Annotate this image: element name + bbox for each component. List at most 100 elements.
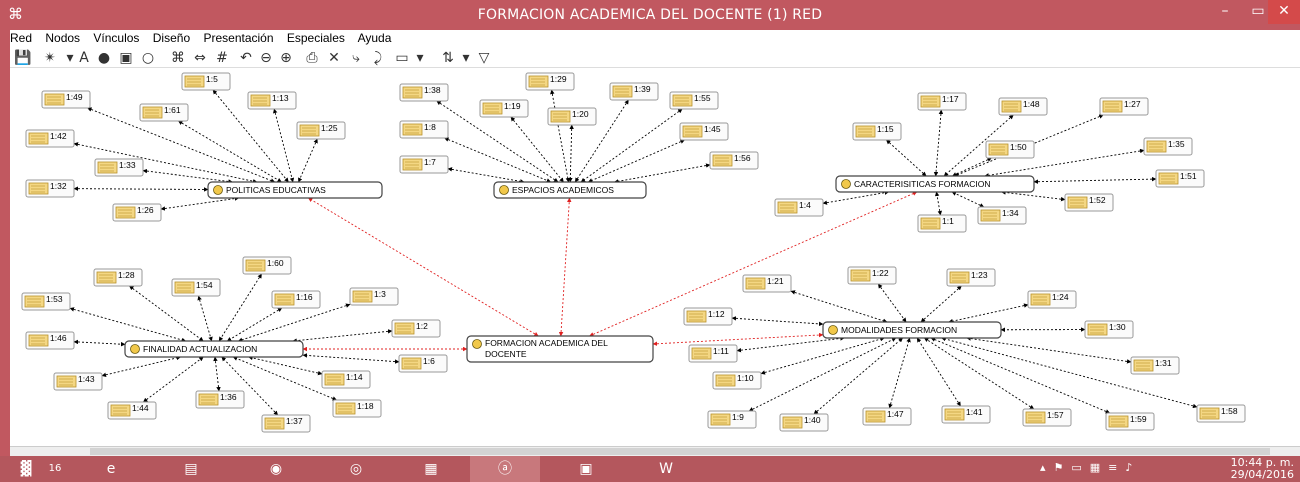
unlink-icon[interactable]: ⤸ xyxy=(370,50,386,66)
quote-node[interactable]: 1:45 xyxy=(679,122,729,141)
link-politicas[interactable] xyxy=(142,168,233,184)
menu-presentacion[interactable]: Presentación xyxy=(203,31,273,45)
link-finalidad[interactable] xyxy=(248,355,323,376)
quote-node[interactable]: 1:9 xyxy=(707,410,757,429)
menu-vinculos[interactable]: Vínculos xyxy=(93,31,139,45)
link-modalidades[interactable] xyxy=(736,336,845,353)
link-espacios[interactable] xyxy=(510,116,564,183)
new-node-icon[interactable]: ✴ xyxy=(42,50,58,66)
grid-icon[interactable]: # xyxy=(214,50,230,66)
filter-icon[interactable]: ▽ xyxy=(476,50,492,66)
quote-node[interactable]: 1:35 xyxy=(1143,137,1193,156)
quote-node[interactable]: 1:16 xyxy=(271,290,321,309)
network-canvas[interactable]: 1:49 1:5 1:61 1:13 1:42 1:25 1:33 1:32 1:26 1:38 1… xyxy=(10,68,1300,446)
quote-node[interactable]: 1:59 xyxy=(1105,412,1155,431)
comment-icon[interactable]: ○ xyxy=(140,50,156,66)
quote-node[interactable]: 1:29 xyxy=(525,72,575,91)
link-modalidades[interactable] xyxy=(888,337,911,409)
quote-node[interactable]: 1:53 xyxy=(21,292,71,311)
link-finalidad[interactable] xyxy=(292,329,393,343)
sort-icon[interactable]: ⇅ xyxy=(440,50,456,66)
link-espacios[interactable] xyxy=(568,124,574,183)
relation-central-espacios[interactable] xyxy=(558,197,572,337)
quote-node[interactable]: 1:37 xyxy=(261,414,311,433)
quote-node[interactable]: 1:19 xyxy=(479,99,529,118)
link-finalidad[interactable] xyxy=(232,356,337,401)
zoom-out-icon[interactable]: ⊖ xyxy=(258,50,274,66)
quote-node[interactable]: 1:48 xyxy=(998,97,1048,116)
delete-icon[interactable]: ✕ xyxy=(326,50,342,66)
quote-node[interactable]: 1:57 xyxy=(1022,408,1072,427)
menu-nodos[interactable]: Nodos xyxy=(45,31,80,45)
quote-node[interactable]: 1:52 xyxy=(1064,193,1114,212)
link-politicas[interactable] xyxy=(73,186,209,192)
quote-node[interactable]: 1:43 xyxy=(53,372,103,391)
save-icon[interactable]: 💾 xyxy=(14,50,31,66)
link-espacios[interactable] xyxy=(444,137,552,183)
quote-node[interactable]: 1:15 xyxy=(852,122,902,141)
menu-ayuda[interactable]: Ayuda xyxy=(358,31,392,45)
link-finalidad[interactable] xyxy=(197,295,213,342)
quote-node[interactable]: 1:61 xyxy=(139,103,189,122)
quote-node[interactable]: 1:12 xyxy=(683,307,733,326)
link-finalidad[interactable] xyxy=(101,355,181,378)
quote-node[interactable]: 1:11 xyxy=(688,344,738,363)
ie-icon[interactable]: e xyxy=(85,456,137,482)
quote-node[interactable]: 1:13 xyxy=(247,91,297,110)
dropdown3-icon[interactable]: ▾ xyxy=(458,50,474,66)
link-espacios[interactable] xyxy=(587,139,685,183)
link-espacios[interactable] xyxy=(447,167,525,184)
quote-node[interactable]: 1:41 xyxy=(941,405,991,424)
link-caracteristicas[interactable] xyxy=(951,157,992,177)
quote-node[interactable]: 1:30 xyxy=(1084,320,1134,339)
quote-node[interactable]: 1:7 xyxy=(399,155,449,174)
word-icon[interactable]: W xyxy=(640,456,692,482)
app-icon[interactable]: ▦ xyxy=(405,456,457,482)
relation-central-caracteristicas[interactable] xyxy=(589,191,918,337)
link-modalidades[interactable] xyxy=(948,303,1029,324)
quote-node[interactable]: 1:40 xyxy=(779,413,829,432)
quote-node[interactable]: 1:47 xyxy=(862,407,912,426)
link-caracteristicas[interactable] xyxy=(886,139,927,177)
code-node-finalidad[interactable]: FINALIDAD ACTUALIZACION xyxy=(124,340,304,358)
quote-node[interactable]: 1:5 xyxy=(181,72,231,91)
code-node-modalidades[interactable]: MODALIDADES FORMACION xyxy=(822,321,1002,339)
quote-node[interactable]: 1:6 xyxy=(398,354,448,373)
link-finalidad[interactable] xyxy=(302,353,400,364)
system-tray[interactable]: ▴⚑▭▦≡♪ xyxy=(1040,461,1140,474)
horizontal-scrollbar[interactable] xyxy=(10,446,1300,456)
quote-node[interactable]: 1:58 xyxy=(1196,404,1246,423)
link-politicas[interactable] xyxy=(273,108,295,183)
quote-node[interactable]: 1:21 xyxy=(742,274,792,293)
quote-node[interactable]: 1:4 xyxy=(774,198,824,217)
color-icon[interactable]: ● xyxy=(96,50,112,66)
code-node-espacios[interactable]: ESPACIOS ACADEMICOS xyxy=(493,181,647,199)
quote-node[interactable]: 1:27 xyxy=(1099,97,1149,116)
menu-diseno[interactable]: Diseño xyxy=(153,31,190,45)
link-finalidad[interactable] xyxy=(142,356,204,403)
relation-central-modalidades[interactable] xyxy=(652,332,824,347)
quote-node[interactable]: 1:56 xyxy=(709,151,759,170)
quote-node[interactable]: 1:33 xyxy=(94,158,144,177)
code-node-politicas[interactable]: POLITICAS EDUCATIVAS xyxy=(207,181,383,199)
link-caracteristicas[interactable] xyxy=(951,191,985,208)
link-modalidades[interactable] xyxy=(916,337,961,407)
quote-node[interactable]: 1:34 xyxy=(977,206,1027,225)
link-finalidad[interactable] xyxy=(213,356,221,392)
quote-node[interactable]: 1:25 xyxy=(296,121,346,140)
quote-node[interactable]: 1:50 xyxy=(985,140,1035,159)
quote-node[interactable]: 1:26 xyxy=(112,203,162,222)
link-modalidades[interactable] xyxy=(966,336,1132,364)
quote-node[interactable]: 1:44 xyxy=(107,401,157,420)
quote-node[interactable]: 1:32 xyxy=(25,179,75,198)
quote-node[interactable]: 1:17 xyxy=(917,92,967,111)
link-finalidad[interactable] xyxy=(73,339,126,347)
link-caracteristicas[interactable] xyxy=(1001,190,1066,202)
link-caracteristicas[interactable] xyxy=(934,191,943,216)
link-modalidades[interactable] xyxy=(923,337,1035,410)
link-politicas[interactable] xyxy=(160,196,240,211)
link-politicas[interactable] xyxy=(177,120,282,183)
link-icon[interactable]: ⤷ xyxy=(348,50,364,66)
quote-node[interactable]: 1:51 xyxy=(1155,169,1205,188)
code-node-central[interactable]: FORMACION ACADEMICA DEL DOCENTE xyxy=(466,335,654,363)
